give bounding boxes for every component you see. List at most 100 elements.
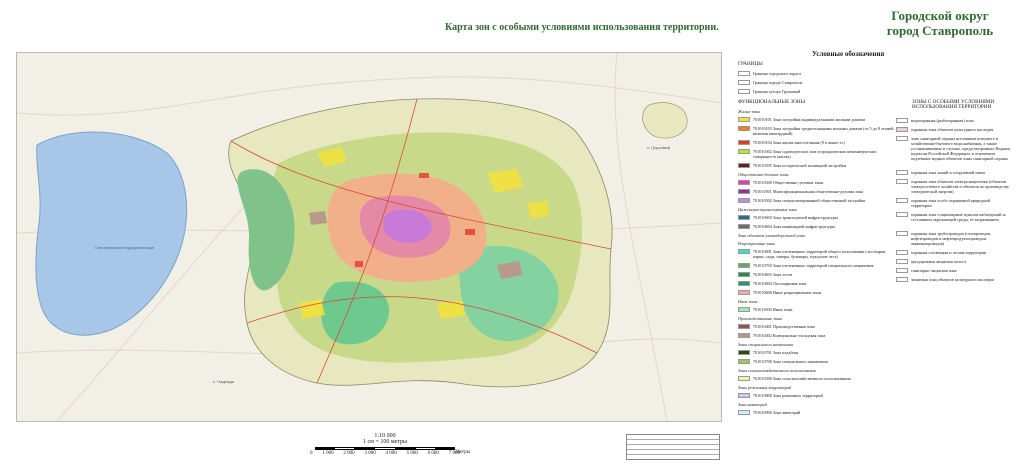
legend-title: Условные обозначения [812, 50, 885, 58]
legend-label: Граница городского округа [753, 71, 802, 76]
legend-swatch [896, 179, 908, 184]
legend-label: 701010302 Зона садоводческих или огородн… [753, 149, 877, 159]
legend-swatch [738, 290, 750, 295]
legend-swatch [738, 198, 750, 203]
scale-tick: 3 000 [364, 451, 376, 456]
legend-item: охранная зона особо охраняемой природной… [896, 198, 1010, 208]
legend-label: Граница города Ставрополь [753, 80, 803, 85]
lake-label: Сенгилеевское водохранилище [95, 245, 155, 250]
legend-item: охранная зона объектов культурного насле… [896, 127, 1010, 132]
legend-subheading: Общественно-деловые зоны [738, 172, 789, 177]
legend-swatch [896, 250, 908, 255]
legend-boundaries-head: ГРАНИЦЫ [738, 61, 763, 67]
legend-label: 701010502 Зона специализированной общест… [753, 198, 866, 203]
scale-block: 1:10 000 1 см = 100 метры 01 000 2 000 3 0… [300, 433, 470, 456]
legend-functional-head: ФУНКЦИОНАЛЬНЫЕ ЗОНЫ [738, 99, 806, 105]
legend-item: придорожная защитная полоса [896, 259, 1010, 264]
legend-swatch [738, 71, 750, 76]
legend-label: 701010101 Зона застройки индивидуальными… [753, 117, 865, 122]
legend-label: 701010500 Зона сельскохозяйственного исп… [753, 376, 851, 381]
legend-swatch [738, 126, 750, 131]
legend-label: 701010401 Производственная зона [753, 324, 815, 329]
legend-item: 701010603 Зона лесов [738, 272, 898, 277]
legend-item: 701010402 Коммунально-складская зона [738, 333, 898, 338]
legend-item: зона санитарной охраны источников питьев… [896, 136, 1010, 161]
legend-item: охранная зона стационарных пунктов наблю… [896, 212, 1010, 222]
legend-item: 701011000 Иные зоны [738, 307, 898, 312]
legend-item: 701010101 Зона застройки индивидуальными… [738, 117, 898, 122]
legend-item: 701010501 Многофункциональная общественн… [738, 189, 898, 194]
legend-subheading: Зоны режимных территорий [738, 385, 792, 390]
legend-label: водоохранная (рыбоохранная) зона [911, 118, 974, 123]
map-title: Карта зон с особыми условиями использова… [445, 22, 719, 33]
legend-item: 701010604 Лесопарковая зона [738, 281, 898, 286]
legend-label: 701010701 Зона кладбищ [753, 350, 798, 355]
brand-block: Городской округ город Ставрополь [866, 8, 1014, 38]
legend-item: 701010701 Зона кладбищ [738, 350, 898, 355]
scale-tick: 2 000 [343, 451, 355, 456]
legend-swatch [738, 117, 750, 122]
legend-label: 701010603 Зона транспортной инфраструкту… [753, 215, 838, 220]
scale-tick: 1 000 [322, 451, 334, 456]
legend-label: 701011000 Иные зоны [753, 307, 793, 312]
legend-label: 701010103 Зона застройки среднеэтажными … [753, 126, 895, 136]
legend-swatch [738, 393, 750, 398]
legend-item: санитарно-защитная зона [896, 268, 1010, 273]
legend-swatch [738, 163, 750, 168]
legend-item: 701010800 Зона режимных территорий [738, 393, 898, 398]
legend-swatch [738, 189, 750, 194]
brand-line-2: город Ставрополь [886, 23, 994, 38]
legend-swatch [896, 136, 908, 141]
legend-swatch [738, 215, 750, 220]
map-canvas[interactable]: Сенгилеевское водохранилище с. Надежда х… [16, 52, 722, 422]
legend-label: 701010800 Зона режимных территорий [753, 393, 823, 398]
legend-item: охранная зона линий и сооружений связи [896, 170, 1010, 175]
map-label-2: х. Грушовый [647, 145, 670, 150]
legend-item: охранная зона объектов электроэнергетики… [896, 179, 1010, 194]
legend-swatch [738, 333, 750, 338]
map-drawing: Сенгилеевское водохранилище с. Надежда х… [17, 53, 721, 421]
legend-subheading: Жилые зоны [738, 109, 761, 114]
legend-subheading: Зоны специального назначения [738, 342, 793, 347]
legend-subheading: Зона объектов уличнодорожной сети [738, 233, 806, 238]
legend-swatch [738, 140, 750, 145]
legend-label: 701010104 Зона жилая многоэтажная (9 и в… [753, 140, 846, 145]
legend-swatch [738, 80, 750, 85]
legend-swatch [738, 324, 750, 329]
legend-label: 701010505 Зона исторической жилищной зас… [753, 163, 846, 168]
legend-special-head: ЗОНЫ С ОСОБЫМИ УСЛОВИЯМИ ИСПОЛЬЗОВАНИЯ Т… [912, 99, 995, 110]
scale-tick: 6 000 [427, 451, 439, 456]
legend-subheading: Инженерно-транспортные зоны [738, 207, 798, 212]
legend-label: охранная зона объектов культурного насле… [911, 127, 994, 132]
legend-label: охранная соловецкая и лесная территории [911, 250, 987, 255]
legend-label: санитарно-защитная зона [911, 268, 957, 273]
legend-swatch [896, 231, 908, 236]
legend-subheading: Рекреационные зоны [738, 241, 775, 246]
legend-label: 701010703 Зона озелененных территорий сп… [753, 263, 874, 268]
legend-item: Граница городского округа [738, 71, 888, 76]
scale-ticks: 01 000 2 000 3 000 4 000 5 000 6 000 7 000 [310, 451, 460, 456]
legend-swatch [738, 180, 750, 185]
legend-panel: Условные обозначения ГРАНИЦЫ Граница гор… [732, 50, 1014, 462]
title-stamp [626, 434, 720, 460]
legend-label: придорожная защитная полоса [911, 259, 967, 264]
legend-swatch [896, 127, 908, 132]
legend-swatch [896, 277, 908, 282]
scale-tick: 4 000 [385, 451, 397, 456]
legend-label: защитная зона объектов культурного насле… [911, 277, 994, 282]
legend-label: 701010900 Зона акваторий [753, 410, 801, 415]
legend-swatch [738, 263, 750, 268]
legend-swatch [896, 198, 908, 203]
legend-item: 701010604 Зона инженерной инфраструктуры [738, 224, 898, 229]
legend-swatch [738, 149, 750, 154]
legend-swatch [738, 249, 750, 254]
legend-item: защитная зона объектов культурного насле… [896, 277, 1010, 282]
legend-subheading: Производственные зоны [738, 316, 782, 321]
scale-tick: 0 [310, 451, 313, 456]
legend-swatch [896, 259, 908, 264]
legend-subheading: Иные зоны [738, 299, 758, 304]
legend-item: 701010505 Зона исторической жилищной зас… [738, 163, 898, 168]
legend-label: охранная зона линий и сооружений связи [911, 170, 985, 175]
legend-item: охранная соловецкая и лесная территории [896, 250, 1010, 255]
legend-label: охранная зона объектов электроэнергетики… [911, 179, 1010, 194]
